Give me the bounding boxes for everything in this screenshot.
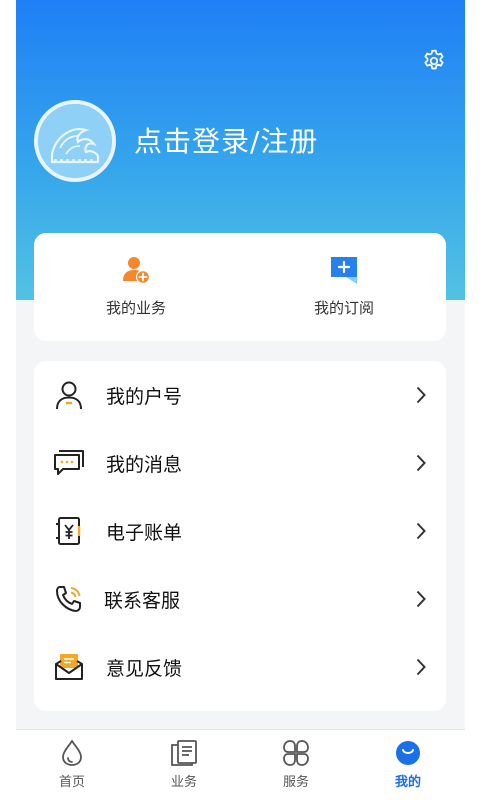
my-subscription-button[interactable]: 我的订阅: [264, 253, 424, 323]
document-icon: [169, 738, 199, 768]
login-register-link[interactable]: 点击登录/注册: [134, 122, 318, 162]
tab-label: 服务: [282, 775, 309, 790]
menu-item-feedback[interactable]: 意见反馈: [34, 633, 446, 701]
tab-label: 首页: [58, 775, 85, 790]
user-add-icon: [119, 253, 153, 287]
menu-item-account[interactable]: 我的户号: [34, 361, 446, 429]
clover-icon: [281, 738, 311, 768]
tab-label: 我的: [394, 775, 421, 790]
profile-screen: 点击登录/注册 我的业务 我的订阅 我的户号 我的消息 电子账单 联系客服 意见…: [16, 0, 465, 800]
user-icon: [52, 378, 86, 412]
quick-actions-card: 我的业务 我的订阅: [34, 233, 446, 341]
menu-item-messages[interactable]: 我的消息: [34, 429, 446, 497]
profile-icon: [393, 738, 423, 768]
settings-button[interactable]: [419, 46, 449, 76]
avatar[interactable]: [34, 100, 116, 182]
chevron-right-icon: [414, 385, 428, 405]
chevron-right-icon: [414, 521, 428, 541]
message-icon: [52, 446, 86, 480]
menu-item-label: 我的户号: [106, 385, 183, 408]
chevron-right-icon: [414, 453, 428, 473]
my-business-button[interactable]: 我的业务: [56, 253, 216, 323]
bill-icon: [52, 514, 86, 548]
gear-icon: [424, 49, 444, 70]
menu-list: 我的户号 我的消息 电子账单 联系客服 意见反馈: [34, 361, 446, 711]
phone-icon: [52, 582, 86, 616]
chevron-right-icon: [414, 589, 428, 609]
tab-home[interactable]: 首页: [16, 738, 128, 796]
quick-action-label: 我的订阅: [313, 299, 374, 317]
tab-services[interactable]: 服务: [240, 738, 352, 796]
menu-item-e-bill[interactable]: 电子账单: [34, 497, 446, 565]
menu-item-label: 电子账单: [106, 521, 183, 544]
feedback-icon: [52, 650, 86, 684]
chevron-right-icon: [414, 657, 428, 677]
menu-item-customer-service[interactable]: 联系客服: [34, 565, 446, 633]
wave-logo-icon: [38, 104, 112, 178]
water-drop-icon: [57, 738, 87, 768]
tab-label: 业务: [170, 775, 197, 790]
bottom-tab-bar: 首页 业务 服务 我的: [16, 729, 465, 800]
menu-item-label: 我的消息: [106, 453, 183, 476]
menu-item-label: 意见反馈: [106, 657, 183, 680]
tab-mine[interactable]: 我的: [352, 738, 464, 796]
quick-action-label: 我的业务: [105, 299, 166, 317]
tab-business[interactable]: 业务: [128, 738, 240, 796]
menu-item-label: 联系客服: [104, 589, 181, 612]
bookmark-add-icon: [327, 253, 361, 287]
